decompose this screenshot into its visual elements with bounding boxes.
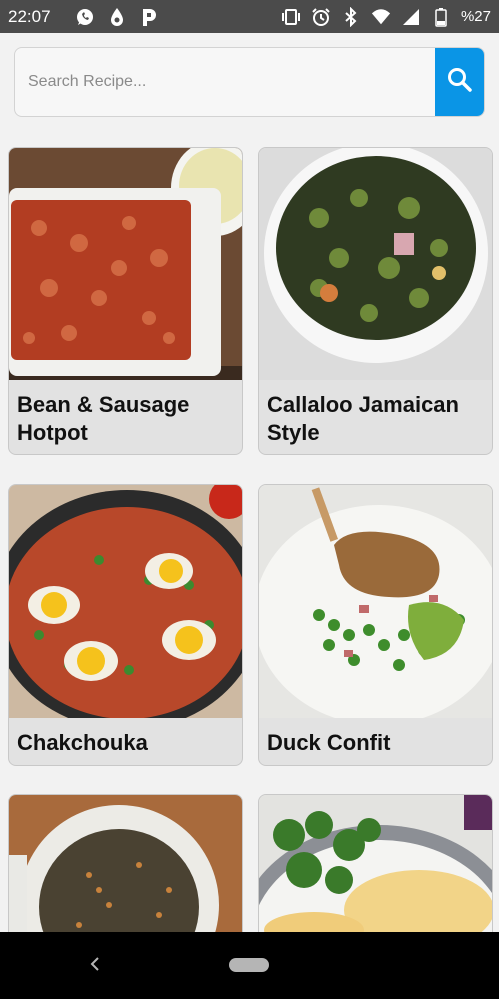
shakshuka-pan-photo	[9, 485, 242, 718]
recipe-card[interactable]: Chakchouka	[8, 484, 243, 766]
whatsapp-icon	[75, 7, 95, 27]
search-button[interactable]	[435, 48, 484, 116]
bluetooth-icon	[341, 6, 361, 27]
omelette-salad-photo	[259, 795, 492, 953]
recipe-card[interactable]: Duck Confit	[258, 484, 493, 766]
duck-plate-photo	[259, 485, 492, 718]
search-bar	[14, 47, 485, 117]
drop-icon	[107, 7, 127, 27]
signal-icon	[401, 7, 421, 27]
clock: 22:07	[8, 6, 51, 26]
recipe-card[interactable]: Callaloo Jamaican Style	[258, 147, 493, 455]
p-app-icon	[139, 7, 159, 27]
alarm-icon	[311, 7, 331, 27]
search-input[interactable]	[15, 48, 436, 116]
home-pill-icon[interactable]	[229, 958, 269, 972]
status-bar: 22:07 %27	[0, 0, 499, 33]
search-icon	[446, 66, 474, 99]
recipe-title: Duck Confit	[267, 730, 391, 755]
beans-dish-photo	[9, 148, 242, 380]
greens-bowl-photo	[259, 148, 492, 380]
back-icon[interactable]	[88, 954, 102, 979]
battery-percent: %27	[460, 8, 491, 25]
recipe-title: Bean & Sausage Hotpot	[17, 392, 190, 445]
wifi-icon	[371, 7, 391, 27]
recipe-card[interactable]: Bean & Sausage Hotpot	[8, 147, 243, 455]
navigation-bar	[0, 932, 499, 999]
battery-icon	[431, 7, 451, 27]
recipe-title: Chakchouka	[17, 730, 148, 755]
recipe-card[interactable]	[8, 794, 243, 954]
vibrate-icon	[281, 7, 301, 27]
recipe-card[interactable]	[258, 794, 493, 954]
lentils-bowl-photo	[9, 795, 242, 953]
recipe-title: Callaloo Jamaican Style	[267, 392, 459, 445]
